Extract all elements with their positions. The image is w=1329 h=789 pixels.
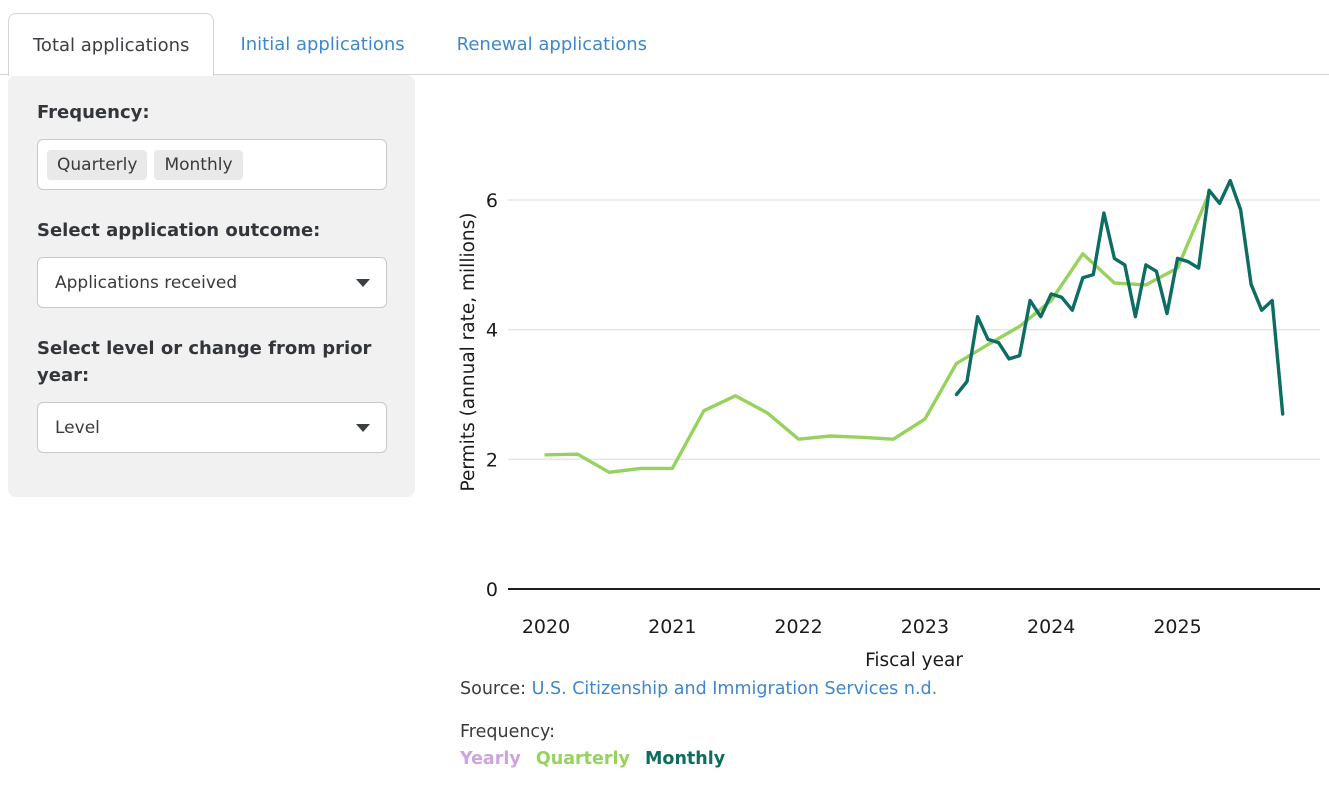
chevron-down-icon: [356, 279, 370, 287]
outcome-select[interactable]: Applications received: [37, 257, 387, 308]
outcome-selected-value: Applications received: [55, 273, 237, 293]
y-tick-label: 2: [486, 449, 498, 471]
x-tick-label: 2020: [522, 616, 570, 638]
source-link[interactable]: U.S. Citizenship and Immigration Service…: [532, 679, 938, 699]
x-tick-label: 2021: [648, 616, 696, 638]
tab-bar: Total applications Initial applications …: [0, 0, 1329, 75]
legend-entry-yearly: Yearly: [460, 749, 521, 769]
chevron-down-icon: [356, 424, 370, 432]
legend-entries: Yearly Quarterly Monthly: [460, 749, 734, 769]
source-prefix: Source:: [460, 679, 526, 699]
outcome-label: Select application outcome:: [37, 217, 395, 244]
tab-total-applications[interactable]: Total applications: [8, 13, 214, 76]
legend-title: Frequency:: [460, 722, 734, 742]
filter-panel: Frequency: Quarterly Monthly Select appl…: [8, 75, 415, 497]
source-line: Source: U.S. Citizenship and Immigration…: [460, 679, 937, 699]
legend-entry-quarterly: Quarterly: [536, 749, 630, 769]
y-tick-label: 6: [486, 190, 498, 212]
frequency-multiselect[interactable]: Quarterly Monthly: [37, 139, 387, 190]
x-tick-label: 2025: [1153, 616, 1201, 638]
x-tick-label: 2024: [1027, 616, 1075, 638]
frequency-chip-monthly[interactable]: Monthly: [154, 150, 242, 180]
level-label: Select level or change from prior year:: [37, 335, 395, 389]
chart-area: 0 2 4 6 2020 2021 2022 2023 2024 2025 Permits (ann…: [440, 130, 1329, 675]
x-axis-title: Fiscal year: [865, 650, 963, 671]
chart-legend: Frequency: Yearly Quarterly Monthly: [460, 722, 734, 769]
legend-entry-monthly: Monthly: [645, 749, 725, 769]
x-tick-label: 2022: [774, 616, 822, 638]
level-selected-value: Level: [55, 418, 100, 438]
y-axis-title: Permits (annual rate, millions): [458, 213, 479, 492]
frequency-chip-quarterly[interactable]: Quarterly: [47, 150, 147, 180]
y-tick-label: 4: [486, 320, 498, 342]
level-select[interactable]: Level: [37, 402, 387, 453]
x-tick-label: 2023: [901, 616, 949, 638]
tab-renewal-applications[interactable]: Renewal applications: [431, 13, 673, 75]
chart-svg: 0 2 4 6 2020 2021 2022 2023 2024 2025 Permits (ann…: [440, 130, 1329, 675]
frequency-label: Frequency:: [37, 99, 395, 126]
y-tick-label: 0: [486, 579, 498, 601]
tab-initial-applications[interactable]: Initial applications: [214, 13, 430, 75]
series-line-monthly: [957, 181, 1283, 414]
